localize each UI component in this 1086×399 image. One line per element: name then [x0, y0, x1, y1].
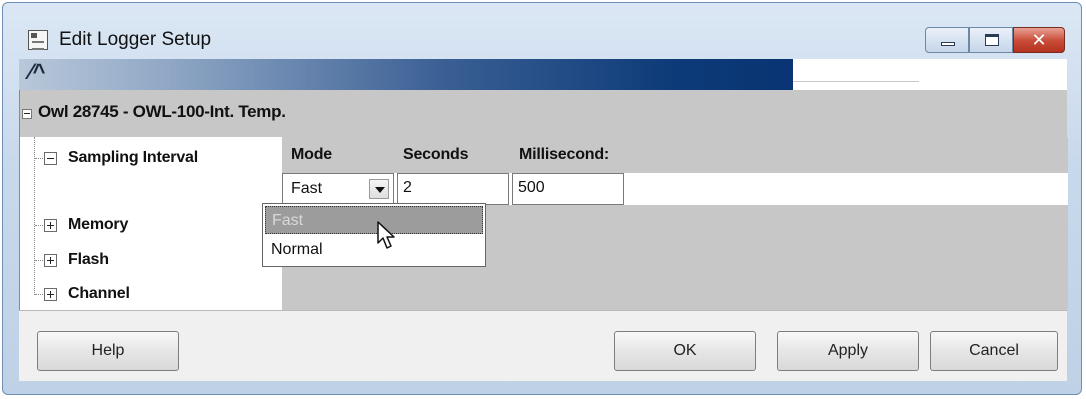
window-controls: ✕ — [925, 27, 1065, 57]
milliseconds-input[interactable]: 500 — [512, 173, 624, 205]
sampling-values-row: Fast 2 500 — [282, 173, 1068, 205]
mode-option-normal[interactable]: Normal — [265, 236, 483, 264]
logger-title: Owl 28745 - OWL-100-Int. Temp. — [38, 102, 286, 121]
tree-connector — [34, 137, 35, 295]
banner-blank-area — [793, 59, 1067, 90]
tree-item-label: Channel — [68, 285, 130, 302]
mouse-cursor-icon — [377, 221, 395, 249]
edit-logger-setup-window: Edit Logger Setup ✕ ⁄^ Owl 28745 - OWL-1… — [2, 2, 1082, 395]
apply-button[interactable]: Apply — [777, 331, 919, 371]
close-icon: ✕ — [1031, 30, 1047, 50]
mode-select[interactable]: Fast — [282, 173, 394, 205]
button-bar: Help OK Apply Cancel — [19, 310, 1067, 381]
mode-option-label: Fast — [272, 212, 304, 229]
minimize-icon — [941, 42, 955, 46]
chevron-down-icon[interactable] — [369, 179, 389, 199]
mode-option-fast[interactable]: Fast — [265, 206, 483, 234]
settings-tree: Sampling Interval Memory Flash Channel — [20, 137, 282, 310]
logger-app-icon — [28, 30, 48, 50]
milliseconds-header: Millisecond: — [519, 146, 610, 163]
logger-header[interactable]: Owl 28745 - OWL-100-Int. Temp. — [20, 90, 1067, 137]
collapse-icon[interactable] — [22, 109, 32, 119]
expand-icon[interactable] — [44, 219, 57, 232]
close-button[interactable]: ✕ — [1013, 27, 1065, 53]
ok-button[interactable]: OK — [614, 331, 756, 371]
seconds-header: Seconds — [403, 146, 469, 163]
brand-banner: ⁄^ — [19, 59, 793, 90]
expand-icon[interactable] — [44, 254, 57, 267]
seconds-input[interactable]: 2 — [397, 173, 509, 205]
minimize-button[interactable] — [925, 27, 969, 53]
collapse-icon[interactable] — [44, 152, 57, 165]
mode-select-value: Fast — [291, 180, 323, 197]
help-button[interactable]: Help — [37, 331, 179, 371]
maximize-icon — [985, 34, 999, 46]
tree-item-label: Memory — [68, 216, 129, 233]
setup-content: Owl 28745 - OWL-100-Int. Temp. Sampling … — [19, 90, 1068, 310]
window-title: Edit Logger Setup — [59, 29, 212, 50]
mode-dropdown-list: Fast Normal — [262, 203, 486, 267]
maximize-button[interactable] — [969, 27, 1013, 53]
mode-option-label: Normal — [271, 241, 323, 258]
cancel-button[interactable]: Cancel — [930, 331, 1058, 371]
tree-item-label: Flash — [68, 251, 109, 268]
mode-header: Mode — [291, 146, 332, 163]
tree-item-label: Sampling Interval — [68, 149, 198, 166]
banner-logo: ⁄^ — [29, 59, 46, 84]
expand-icon[interactable] — [44, 288, 57, 301]
